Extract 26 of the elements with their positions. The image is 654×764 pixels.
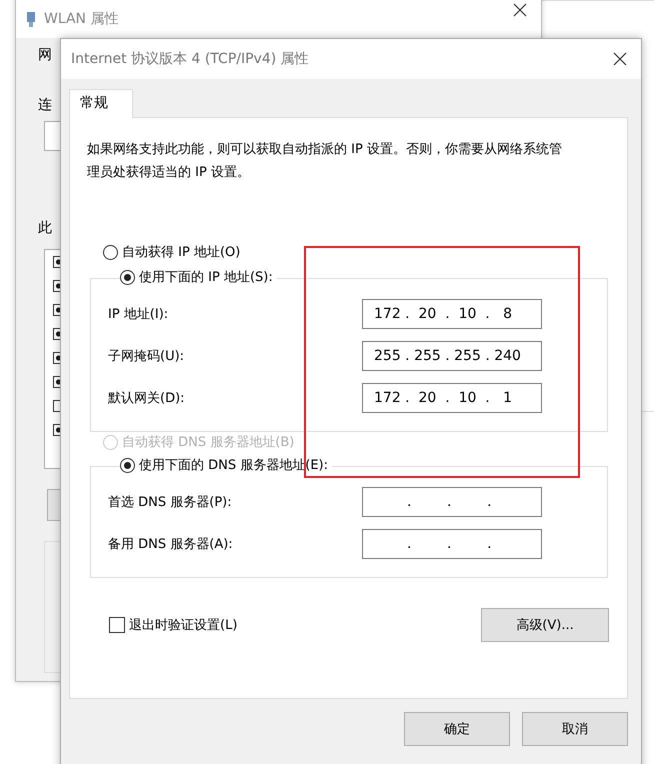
radio-option[interactable]: 使用下面的 IP 地址(S):	[120, 267, 277, 287]
description-text: 如果网络支持此功能，则可以获取自动指派的 IP 设置。否则，你需要从网络系统管理员处获得适当的 IP 设置。	[87, 141, 563, 182]
advanced-button[interactable]: 高级(V)...	[481, 608, 609, 642]
ip-address-field[interactable]: 172 . 20 . 10 . 8	[362, 299, 542, 329]
radio-option[interactable]: 使用下面的 DNS 服务器地址(E):	[120, 455, 332, 475]
section-label: 连	[38, 96, 52, 114]
ip-address-field[interactable]: . . .	[362, 529, 542, 559]
section-label: 此	[38, 219, 52, 237]
close-button[interactable]	[513, 3, 527, 17]
field-label: IP 地址(I):	[108, 306, 168, 323]
field-label: 子网掩码(U):	[108, 348, 184, 365]
cancel-button[interactable]: 取消	[522, 712, 628, 746]
window-title: Internet 协议版本 4 (TCP/IPv4) 属性	[71, 50, 309, 68]
close-button[interactable]	[613, 52, 627, 66]
window-title: WLAN 属性	[44, 10, 118, 28]
ip-address-field[interactable]: . . .	[362, 487, 542, 517]
checkbox[interactable]: 退出时验证设置(L)	[109, 616, 238, 634]
ip-address-field[interactable]: 255 . 255 . 255 . 240	[362, 341, 542, 371]
network-adapter-icon	[26, 12, 36, 28]
tab[interactable]: 常规	[69, 89, 133, 118]
field-label: 首选 DNS 服务器(P):	[108, 494, 232, 511]
section-label: 网	[38, 46, 52, 64]
field-label: 默认网关(D):	[108, 390, 185, 407]
field-label: 备用 DNS 服务器(A):	[108, 536, 233, 553]
ok-button[interactable]: 确定	[404, 712, 510, 746]
ip-address-field[interactable]: 172 . 20 . 10 . 1	[362, 383, 542, 413]
